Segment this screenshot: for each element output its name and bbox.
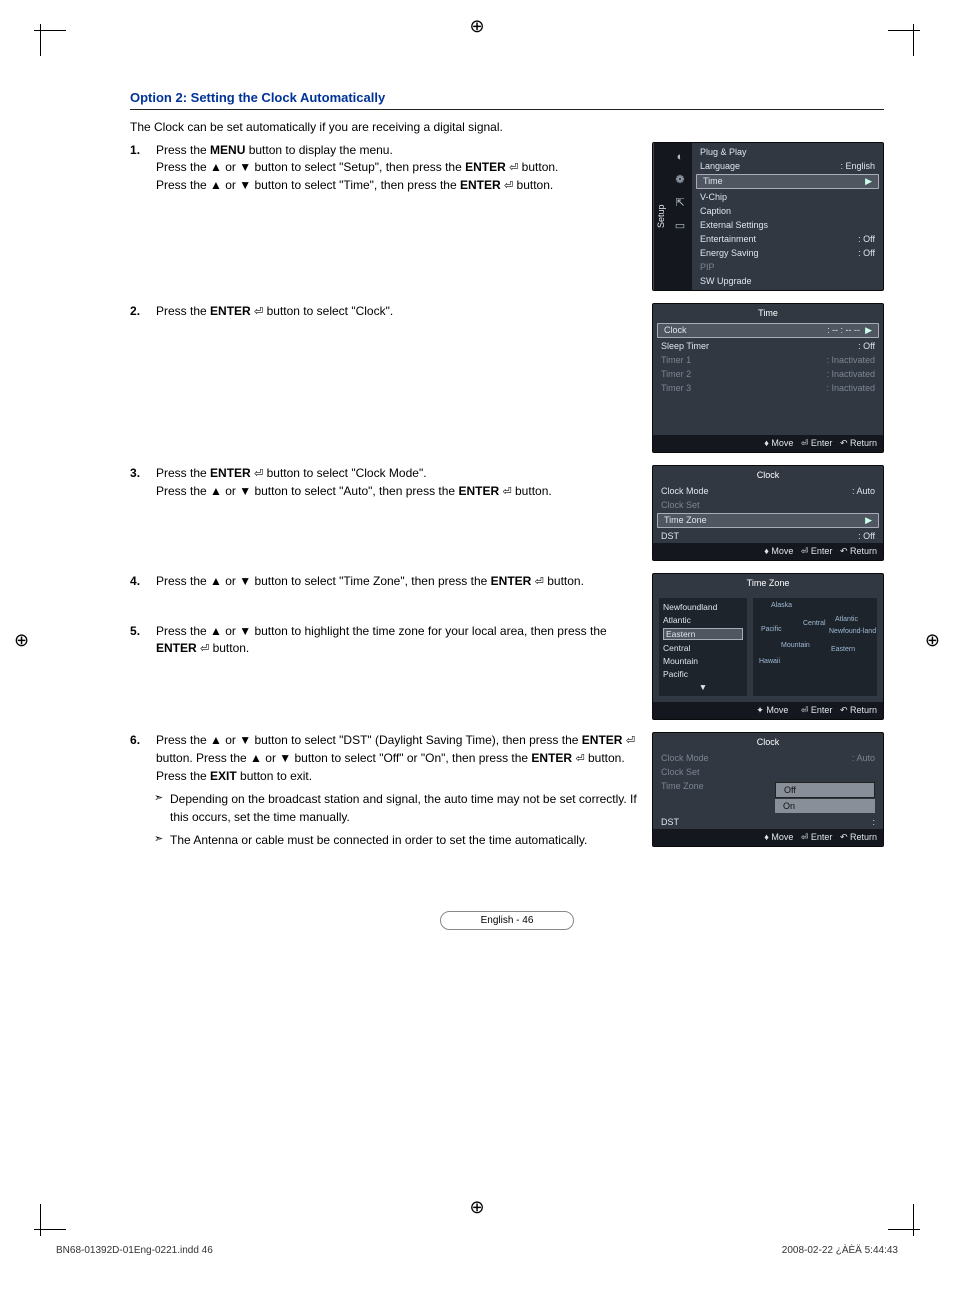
enter-key: ENTER — [491, 574, 532, 588]
settings-icon: ❁ — [675, 173, 684, 186]
osd-footer-hints: ♦ Move ⏎ Enter ↶ Return — [653, 829, 883, 846]
page-number: English - 46 — [440, 911, 575, 930]
note-1: Depending on the broadcast station and s… — [156, 791, 644, 826]
pip-icon: ▭ — [675, 219, 685, 232]
enter-icon: ⏎ — [535, 576, 544, 588]
enter-icon: ⏎ — [254, 306, 263, 318]
enter-key: ENTER — [465, 160, 506, 174]
osd-footer-hints: ✦ Move ⏎ Enter ↶ Return — [653, 702, 883, 719]
osd-clock-panel: Clock Clock Mode: Auto Clock Set Time Zo… — [652, 465, 884, 561]
enter-icon: ⏎ — [200, 643, 209, 655]
osd-dst-panel: Clock Clock Mode: Auto Clock Set Time Zo… — [652, 732, 884, 847]
footer-filename: BN68-01392D-01Eng-0221.indd 46 — [56, 1245, 213, 1256]
osd-time-panel: Time Clock: -- : -- -- ▶ Sleep Timer: Of… — [652, 303, 884, 453]
timezone-map: Alaska Pacific Mountain Central Eastern … — [753, 598, 877, 696]
osd-timezone-panel: Time Zone Newfoundland Atlantic Eastern … — [652, 573, 884, 720]
step-2: Press the ENTER ⏎ button to select "Cloc… — [130, 303, 644, 321]
enter-icon: ⏎ — [575, 753, 584, 765]
osd-setup-panel: Setup ◐ ❁ ⇱ ▭ Plug & Play Language: Engl… — [652, 142, 884, 291]
osd-selected-timezone: Time Zone▶ — [657, 513, 879, 528]
enter-key: ENTER — [210, 304, 251, 318]
enter-icon: ⏎ — [254, 468, 263, 480]
enter-key: ENTER — [156, 641, 197, 655]
enter-key: ENTER — [460, 178, 501, 192]
osd-selected-clock: Clock: -- : -- -- ▶ — [657, 323, 879, 338]
enter-icon: ⏎ — [626, 735, 635, 747]
exit-key: EXIT — [210, 769, 237, 783]
step-4: Press the ▲ or ▼ button to select "Time … — [130, 573, 644, 591]
intro-text: The Clock can be set automatically if yo… — [130, 120, 884, 134]
enter-icon: ⏎ — [504, 180, 513, 192]
osd-sidebar-label: Setup — [653, 143, 668, 290]
enter-key: ENTER — [458, 484, 499, 498]
section-heading: Option 2: Setting the Clock Automaticall… — [130, 90, 884, 110]
enter-key: ENTER — [582, 733, 623, 747]
osd-footer-hints: ♦ Move ⏎ Enter ↶ Return — [653, 543, 883, 560]
dst-option-off: Off — [775, 782, 875, 798]
enter-key: ENTER — [531, 751, 572, 765]
step-3: Press the ENTER ⏎ button to select "Cloc… — [130, 465, 644, 501]
osd-selected-time: Time▶ — [696, 174, 879, 189]
timezone-list: Newfoundland Atlantic Eastern Central Mo… — [659, 598, 747, 696]
enter-icon: ⏎ — [502, 486, 511, 498]
chevron-down-icon: ▼ — [663, 682, 743, 692]
note-2: The Antenna or cable must be connected i… — [156, 832, 644, 849]
chevron-right-icon: ▶ — [865, 515, 872, 526]
step-5: Press the ▲ or ▼ button to highlight the… — [130, 623, 644, 658]
step-6: Press the ▲ or ▼ button to select "DST" … — [130, 732, 644, 849]
step-1: Press the MENU button to display the men… — [130, 142, 644, 195]
enter-key: ENTER — [210, 466, 251, 480]
footer-timestamp: 2008-02-22 ¿ÀÈÄ 5:44:43 — [782, 1245, 898, 1256]
input-icon: ⇱ — [675, 196, 684, 209]
picture-icon: ◐ — [677, 151, 684, 163]
timezone-selected: Eastern — [663, 628, 743, 640]
chevron-right-icon: ▶ — [865, 176, 872, 187]
osd-footer-hints: ♦ Move ⏎ Enter ↶ Return — [653, 435, 883, 452]
chevron-right-icon: ▶ — [865, 325, 872, 335]
osd-sidebar-icons: ◐ ❁ ⇱ ▭ — [668, 143, 692, 290]
menu-key: MENU — [210, 143, 245, 157]
dst-option-on: On — [775, 799, 875, 813]
enter-icon: ⏎ — [509, 162, 518, 174]
